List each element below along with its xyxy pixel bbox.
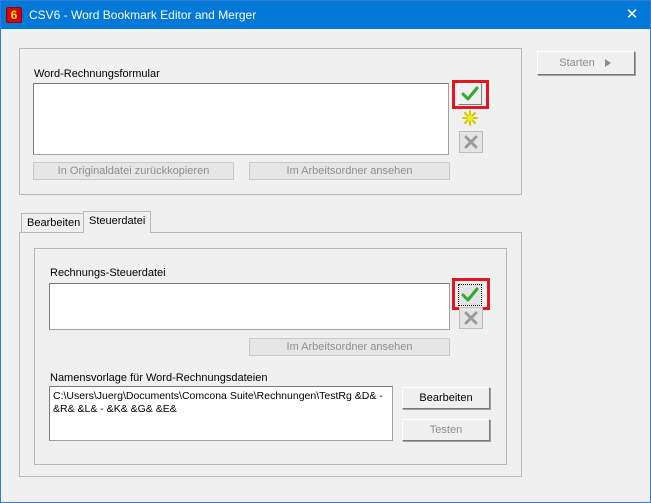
tab-steuerdatei-label: Steuerdatei xyxy=(89,215,146,227)
control-delete-button[interactable] xyxy=(459,307,483,329)
name-template-label: Namensvorlage für Word-Rechnungsdateien xyxy=(50,372,268,384)
window-title: CSV6 - Word Bookmark Editor and Merger xyxy=(29,8,257,22)
copy-back-label: In Originaldatei zurückkopieren xyxy=(57,165,210,177)
name-template-test-label: Testen xyxy=(429,424,463,436)
delete-x-icon xyxy=(464,135,478,149)
close-icon: ✕ xyxy=(625,6,639,23)
tab-steuerdatei[interactable]: Steuerdatei xyxy=(83,211,152,233)
name-template-edit-label: Bearbeiten xyxy=(419,392,473,404)
invoice-new-button[interactable] xyxy=(458,107,482,129)
start-button-label: Starten xyxy=(559,57,595,69)
invoice-form-label: Word-Rechnungsformular xyxy=(34,68,160,80)
name-template-value: C:\Users\Juerg\Documents\Comcona Suite\R… xyxy=(53,390,386,415)
invoice-delete-button[interactable] xyxy=(459,131,483,153)
new-star-icon xyxy=(462,110,478,126)
name-template-field[interactable]: C:\Users\Juerg\Documents\Comcona Suite\R… xyxy=(49,386,393,441)
invoice-accept-button[interactable] xyxy=(458,83,482,105)
app-icon-glyph: 6 xyxy=(10,8,18,22)
tab-bearbeiten[interactable]: Bearbeiten xyxy=(21,213,87,233)
copy-back-button[interactable]: In Originaldatei zurückkopieren xyxy=(33,162,234,180)
start-button[interactable]: Starten xyxy=(537,51,635,75)
control-file-field[interactable] xyxy=(49,283,450,330)
name-template-edit-button[interactable]: Bearbeiten xyxy=(402,387,490,409)
control-accept-button[interactable] xyxy=(458,284,482,306)
app-icon: 6 xyxy=(6,7,22,23)
control-file-label: Rechnungs-Steuerdatei xyxy=(50,267,166,279)
invoice-form-field[interactable] xyxy=(33,83,449,155)
title-bar: 6 CSV6 - Word Bookmark Editor and Merger… xyxy=(1,1,650,29)
check-icon xyxy=(461,86,479,101)
close-button[interactable]: ✕ xyxy=(620,5,644,25)
check-icon xyxy=(461,287,479,302)
delete-x-icon xyxy=(464,311,478,325)
invoice-view-workdir-button[interactable]: Im Arbeitsordner ansehen xyxy=(249,162,450,180)
control-view-workdir-button[interactable]: Im Arbeitsordner ansehen xyxy=(249,338,450,356)
tab-bearbeiten-label: Bearbeiten xyxy=(27,217,81,229)
invoice-view-workdir-label: Im Arbeitsordner ansehen xyxy=(286,165,413,177)
control-view-workdir-label: Im Arbeitsordner ansehen xyxy=(286,341,413,353)
main-window: 6 CSV6 - Word Bookmark Editor and Merger… xyxy=(0,0,651,503)
play-arrow-icon xyxy=(604,59,611,67)
name-template-test-button[interactable]: Testen xyxy=(402,419,490,441)
